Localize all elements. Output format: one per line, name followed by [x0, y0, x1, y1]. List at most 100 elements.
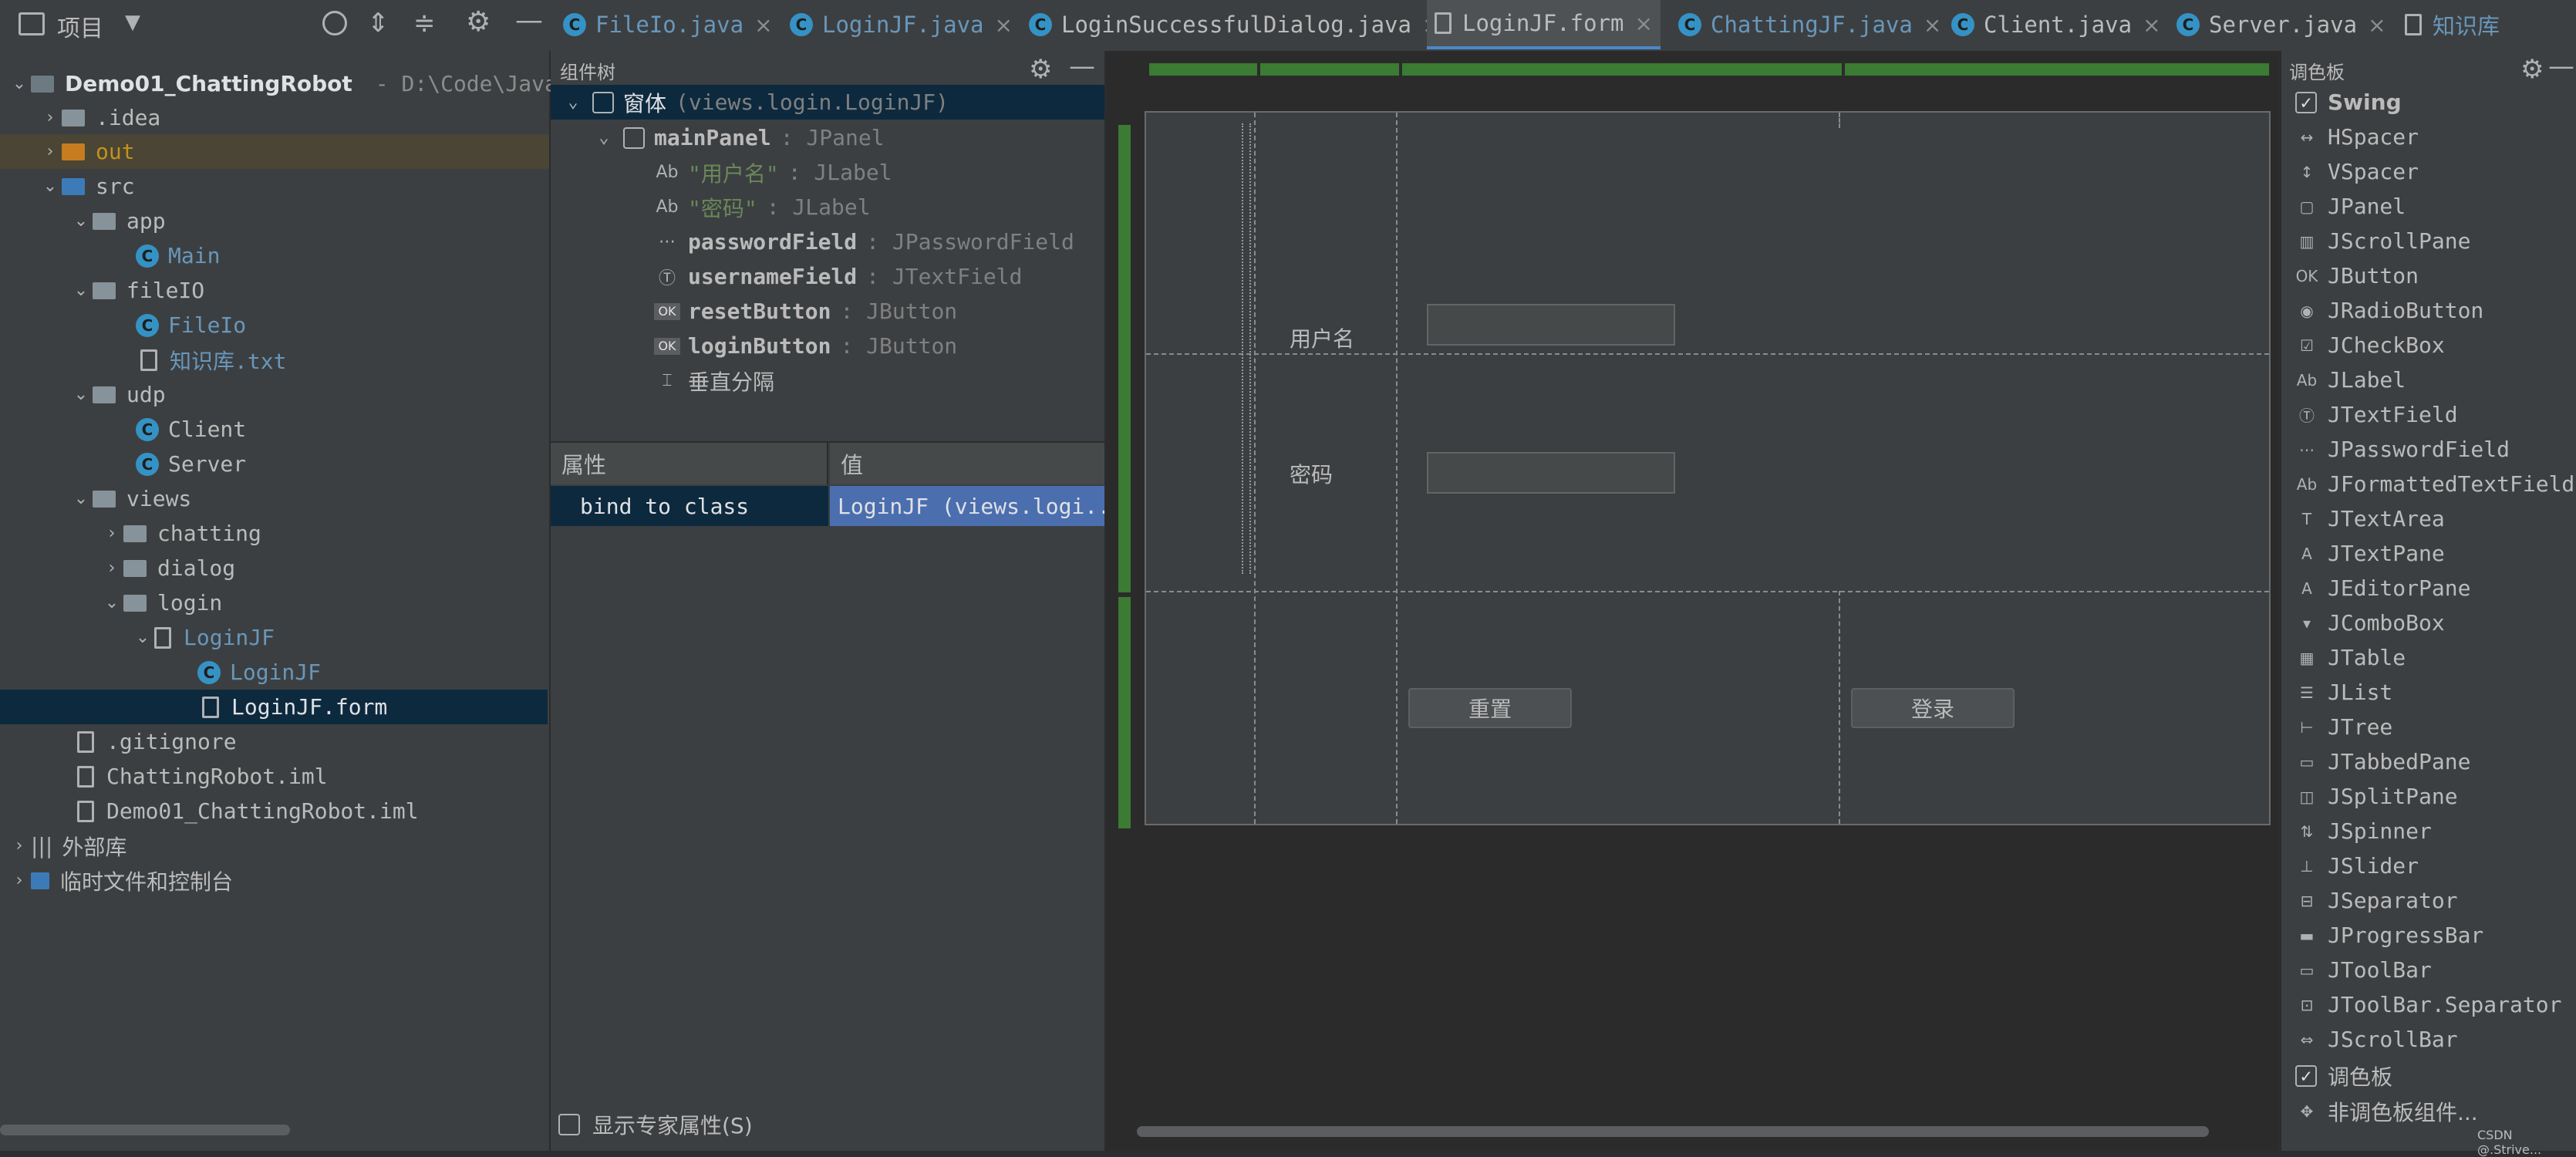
comp-row-form[interactable]: ⌄ 窗体 (views.login.LoginJF) — [551, 85, 1104, 120]
close-icon[interactable]: × — [995, 12, 1013, 38]
chevron-down-icon[interactable]: ⌄ — [69, 385, 93, 404]
username-label[interactable]: 用户名 — [1290, 322, 1354, 353]
chevron-right-icon[interactable]: › — [8, 871, 31, 890]
comp-row-resetbutton[interactable]: OK resetButton: JButton — [654, 294, 957, 329]
vspacer[interactable] — [1242, 123, 1251, 574]
chevron-down-icon[interactable]: ⌄ — [8, 74, 31, 93]
tab-chattingjf[interactable]: C ChattingJF.java × — [1678, 0, 1941, 49]
tree-item[interactable]: ⌄ fileIO — [69, 273, 204, 308]
tree-item[interactable]: ⌄ udp — [69, 377, 166, 412]
palette-item-jsplitpane[interactable]: ◫ JSplitPane — [2295, 779, 2458, 814]
row-marker[interactable] — [1118, 597, 1131, 828]
chevron-right-icon[interactable]: › — [39, 108, 62, 127]
palette-item-jradiobutton[interactable]: ◉ JRadioButton — [2295, 293, 2483, 328]
column-marker[interactable] — [1402, 63, 1842, 76]
chevron-down-icon[interactable]: ⌄ — [69, 211, 93, 231]
chevron-down-icon[interactable]: ⌄ — [592, 128, 615, 147]
palette-item-jseparator[interactable]: ⊟ JSeparator — [2295, 883, 2458, 918]
column-marker[interactable] — [1260, 63, 1399, 76]
palette-item-jcheckbox[interactable]: ☑ JCheckBox — [2295, 328, 2445, 363]
tree-item[interactable]: ⌄ login — [100, 585, 223, 620]
tab-fileio[interactable]: C FileIo.java × — [563, 0, 773, 49]
gear-icon[interactable]: ⚙ — [466, 6, 491, 38]
palette-item-vspacer[interactable]: ↕ VSpacer — [2295, 154, 2419, 189]
tab-loginsuccessfuldialog[interactable]: CLoginSuccessfulDialog.java× — [1029, 0, 1440, 49]
expand-all-icon[interactable]: ⇕ — [367, 8, 389, 39]
column-marker[interactable] — [1149, 63, 1257, 76]
chevron-down-icon[interactable]: ⌄ — [561, 93, 585, 112]
row-marker[interactable] — [1118, 361, 1131, 592]
chevron-right-icon[interactable]: › — [8, 836, 31, 855]
username-field[interactable] — [1427, 304, 1675, 346]
palette-item-jscrollbar[interactable]: ⇔ JScrollBar — [2295, 1022, 2458, 1057]
tree-item[interactable]: Demo01_ChattingRobot.iml — [77, 794, 419, 828]
locate-icon[interactable] — [322, 11, 347, 35]
gear-icon[interactable]: ⚙ — [1029, 54, 1052, 85]
palette-item-jbutton[interactable]: OK JButton — [2295, 258, 2419, 293]
palette-item-jscrollpane[interactable]: ▥ JScrollPane — [2295, 224, 2471, 258]
collapse-all-icon[interactable]: ≑ — [413, 8, 436, 39]
check-icon[interactable]: ✓ — [2295, 91, 2317, 113]
chevron-down-icon[interactable]: ⌄ — [100, 593, 123, 612]
palette-item-jtextpane[interactable]: A JTextPane — [2295, 536, 2445, 571]
palette-item-jeditorpane[interactable]: A JEditorPane — [2295, 571, 2470, 605]
gear-icon[interactable]: ⚙ — [2520, 54, 2544, 85]
row-marker[interactable] — [1118, 125, 1131, 372]
hide-icon[interactable]: — — [515, 5, 543, 36]
tree-item[interactable]: C Server — [136, 447, 246, 481]
palette-group-swing[interactable]: ✓ Swing — [2295, 85, 2402, 120]
tab-loginjf-form[interactable]: LoginJF.form × — [1427, 0, 1661, 49]
tree-item[interactable]: C LoginJF — [197, 655, 321, 690]
tree-item[interactable]: .gitignore — [77, 724, 237, 759]
palette-item-jslider[interactable]: ⊥ JSlider — [2295, 848, 2419, 883]
chevron-right-icon[interactable]: › — [100, 524, 123, 543]
main-panel-canvas[interactable]: 用户名 密码 重置 登录 — [1145, 111, 2271, 825]
chevron-down-icon[interactable]: ⌄ — [69, 489, 93, 508]
prop-name[interactable]: bind to class — [551, 486, 828, 526]
palette-group-footer[interactable]: ✓ 调色板 — [2295, 1058, 2392, 1093]
tree-item[interactable]: ⌄ LoginJF — [131, 620, 275, 655]
close-icon[interactable]: × — [2143, 12, 2160, 38]
password-label[interactable]: 密码 — [1290, 458, 1333, 489]
tree-item[interactable]: › 临时文件和控制台 — [8, 863, 233, 898]
tree-item-selected[interactable]: LoginJF.form — [0, 690, 548, 724]
tree-item[interactable]: ⌄ app — [69, 204, 166, 238]
palette-item-jformattedtextfield[interactable]: Ab JFormattedTextField — [2295, 467, 2575, 501]
tree-item[interactable]: C Main — [136, 238, 220, 273]
comp-row-vspacer[interactable]: ⌶ 垂直分隔 — [654, 363, 774, 398]
hide-icon[interactable]: — — [1069, 51, 1095, 82]
comp-row-label-password[interactable]: Ab "密码": JLabel — [654, 190, 870, 224]
column-marker[interactable] — [1845, 63, 2269, 76]
horizontal-scrollbar[interactable] — [0, 1125, 290, 1135]
login-button[interactable]: 登录 — [1851, 688, 2015, 728]
palette-item-jtoolbar-separator[interactable]: ⊡ JToolBar.Separator — [2295, 987, 2562, 1022]
tab-knowledge[interactable]: 知识库 — [2405, 0, 2500, 49]
project-title[interactable]: 项目 — [57, 9, 103, 43]
tree-root[interactable]: ⌄ Demo01_ChattingRobot - D:\Code\JavaCo — [8, 66, 584, 101]
tab-client[interactable]: C Client.java × — [1951, 0, 2161, 49]
close-icon[interactable]: × — [754, 12, 772, 38]
tree-item[interactable]: ChattingRobot.iml — [77, 759, 328, 794]
project-view-icon[interactable] — [19, 12, 45, 35]
prop-header-value[interactable]: 值 — [830, 443, 1104, 484]
tree-item[interactable]: › ||| 外部库 — [8, 828, 127, 863]
tree-item[interactable]: › chatting — [100, 516, 261, 551]
hide-icon[interactable]: — — [2548, 51, 2574, 82]
palette-non-palette-component[interactable]: ✥ 非调色板组件... — [2295, 1094, 2478, 1128]
close-icon[interactable]: × — [1924, 12, 1941, 38]
horizontal-scrollbar[interactable] — [1137, 1126, 2209, 1137]
tree-item[interactable]: C Client — [136, 412, 246, 447]
tree-item[interactable]: C FileIo — [136, 308, 246, 342]
checkbox[interactable] — [558, 1114, 580, 1135]
palette-item-jcombobox[interactable]: ▾ JComboBox — [2295, 605, 2445, 640]
chevron-down-icon[interactable]: ⌄ — [39, 177, 62, 196]
close-icon[interactable]: × — [2368, 12, 2385, 38]
tree-item[interactable]: ⌄ src — [39, 169, 135, 204]
chevron-down-icon[interactable]: ▼ — [125, 11, 140, 34]
chevron-right-icon[interactable]: › — [39, 142, 62, 161]
reset-button[interactable]: 重置 — [1408, 688, 1572, 728]
password-field[interactable] — [1427, 452, 1675, 494]
close-icon[interactable]: × — [1635, 11, 1653, 36]
comp-row-passwordfield[interactable]: ⋯ passwordField: JPasswordField — [654, 224, 1074, 259]
comp-row-label-username[interactable]: Ab "用户名": JLabel — [654, 155, 892, 190]
